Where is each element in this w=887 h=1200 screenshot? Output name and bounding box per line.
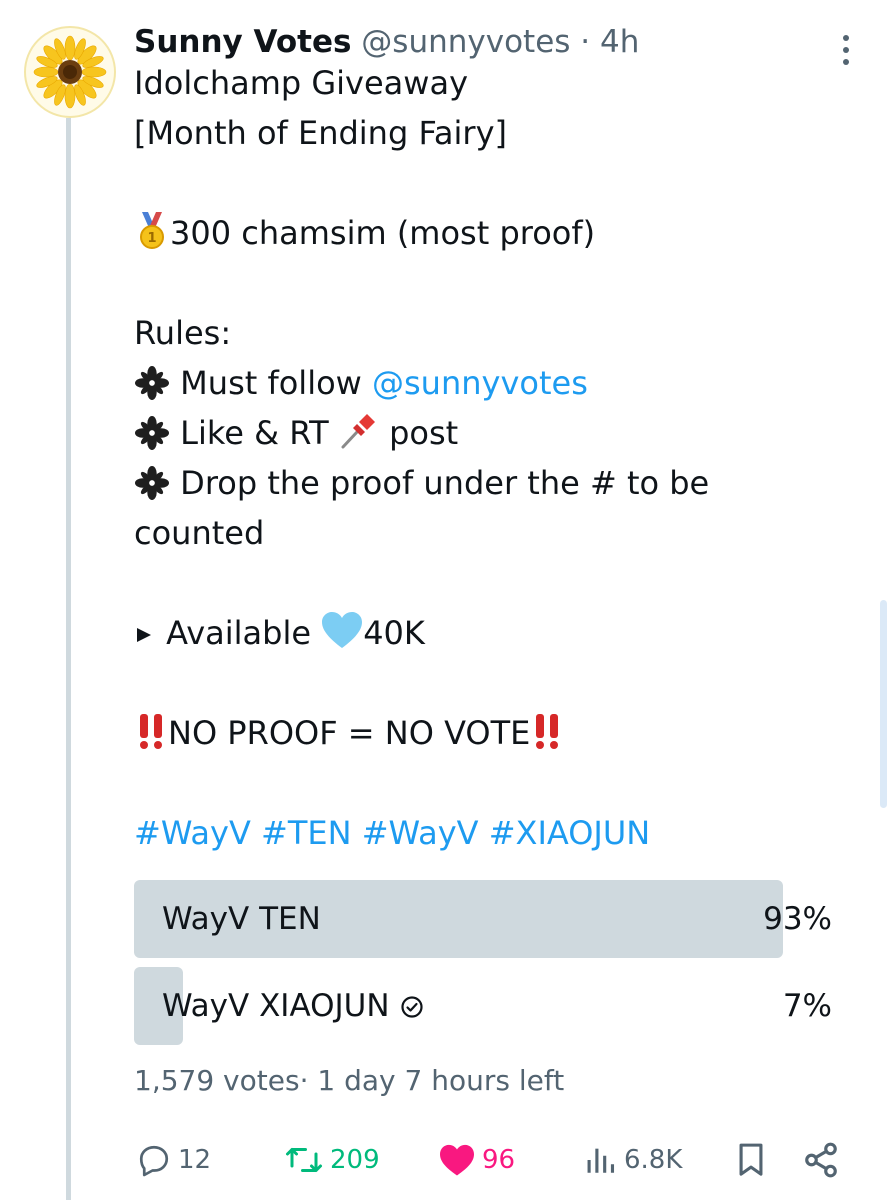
poll-option-2[interactable]: WayV XIAOJUN 7% — [134, 967, 832, 1045]
tweet-time[interactable]: 4h — [600, 24, 639, 60]
poll-option-1-label: WayV TEN — [162, 901, 321, 937]
check-circle-icon — [400, 996, 423, 1018]
tweet-content: Sunny Votes @sunnyvotes · 4h Idolchamp G… — [134, 22, 854, 858]
rule-3-continued: counted — [134, 514, 265, 552]
views-count: 6.8K — [624, 1145, 683, 1175]
double-exclamation-icon — [536, 714, 559, 749]
first-place-medal-icon: 1 — [140, 212, 164, 249]
bookmark-button[interactable] — [734, 1136, 774, 1184]
poll-option-2-label: WayV XIAOJUN — [162, 988, 390, 1024]
hashtags[interactable]: #WayV #TEN #WayV #XIAOJUN — [134, 808, 854, 858]
tweet-header: Sunny Votes @sunnyvotes · 4h — [134, 22, 854, 62]
reply-button[interactable]: 12 — [136, 1136, 211, 1184]
reply-icon — [139, 1145, 169, 1177]
svg-text:1: 1 — [147, 231, 156, 246]
tweet-text: Idolchamp Giveaway [Month of Ending Fair… — [134, 58, 854, 858]
action-bar: 12 209 96 6.8K — [134, 1136, 844, 1184]
rule-2-text-a: Like & RT — [180, 414, 339, 452]
scrollbar[interactable] — [880, 600, 887, 808]
like-count: 96 — [482, 1145, 516, 1175]
text-line-subtitle: [Month of Ending Fairy] — [134, 114, 507, 152]
poll: WayV TEN 93% WayV XIAOJUN 7% — [134, 880, 832, 1054]
available-text: Available — [166, 614, 322, 652]
sunflower-avatar-icon — [33, 35, 107, 109]
rule-1: Must follow @sunnyvotes — [134, 358, 854, 408]
views-chart-icon — [587, 1148, 615, 1173]
available-value: 40K — [363, 614, 425, 652]
poll-option-2-label-wrap: WayV XIAOJUN — [162, 967, 424, 1045]
no-proof-text: NO PROOF = NO VOTE — [168, 714, 531, 752]
poll-option-1[interactable]: WayV TEN 93% — [134, 880, 832, 958]
asterisk-bullet-icon — [135, 366, 169, 400]
rule-3: Drop the proof under the # to be — [134, 458, 854, 508]
rule-2: Like & RT post — [134, 408, 854, 458]
prize-line: 1 300 chamsim (most proof) — [134, 208, 854, 258]
share-icon — [805, 1142, 837, 1178]
poll-option-2-percent: 7% — [782, 988, 832, 1024]
poll-time-left: 1 day 7 hours left — [308, 1064, 565, 1097]
avatar[interactable] — [24, 26, 116, 118]
play-triangle-icon — [137, 628, 151, 642]
rules-title: Rules: — [134, 314, 232, 352]
reply-count: 12 — [178, 1145, 212, 1175]
asterisk-bullet-icon — [135, 416, 169, 450]
no-proof-line: NO PROOF = NO VOTE — [134, 708, 854, 758]
available-line: Available 40K — [134, 608, 854, 658]
rule-2-text-b: post — [378, 414, 459, 452]
repost-icon — [286, 1148, 322, 1172]
author-name[interactable]: Sunny Votes — [134, 24, 351, 60]
double-exclamation-icon — [140, 714, 162, 749]
pushpin-icon — [341, 414, 375, 449]
views-button[interactable]: 6.8K — [584, 1136, 682, 1184]
poll-votes: 1,579 votes — [134, 1064, 300, 1097]
heart-icon — [440, 1144, 474, 1176]
header-dot: · — [570, 24, 600, 60]
rule-1-text: Must follow — [180, 364, 372, 402]
mention-link[interactable]: @sunnyvotes — [372, 364, 588, 402]
author-handle[interactable]: @sunnyvotes — [361, 24, 570, 60]
thread-line — [66, 118, 71, 1200]
poll-meta: 1,579 votes· 1 day 7 hours left — [134, 1064, 564, 1097]
bookmark-icon — [739, 1143, 763, 1176]
like-button[interactable]: 96 — [438, 1136, 515, 1184]
light-blue-heart-icon — [322, 612, 363, 648]
poll-option-1-percent: 93% — [763, 901, 832, 937]
repost-button[interactable]: 209 — [284, 1136, 380, 1184]
prize-text: 300 chamsim (most proof) — [170, 214, 596, 252]
share-button[interactable] — [802, 1136, 846, 1184]
asterisk-bullet-icon — [135, 466, 169, 500]
text-line-title: Idolchamp Giveaway — [134, 64, 468, 102]
rule-3-text: Drop the proof under the # to be — [180, 464, 710, 502]
repost-count: 209 — [330, 1145, 380, 1175]
